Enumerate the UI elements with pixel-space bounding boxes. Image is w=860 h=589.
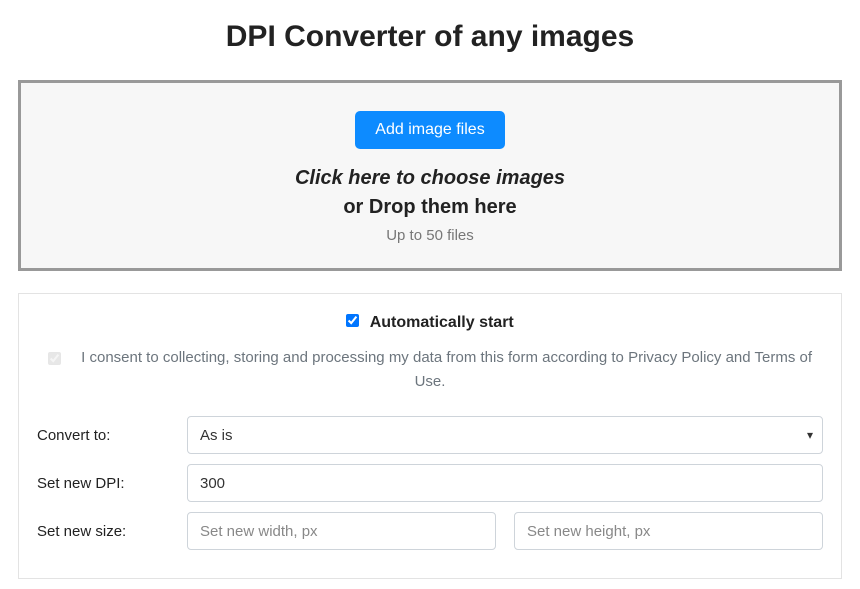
add-image-files-button[interactable]: Add image files <box>355 111 504 149</box>
dpi-label: Set new DPI: <box>37 475 187 492</box>
dpi-input[interactable] <box>187 464 823 502</box>
dropzone-drop-text: or Drop them here <box>31 196 829 219</box>
height-input[interactable] <box>514 512 823 550</box>
settings-panel: Automatically start I consent to collect… <box>18 293 842 579</box>
dropzone-limit-text: Up to 50 files <box>31 227 829 244</box>
convert-to-label: Convert to: <box>37 427 187 444</box>
dropzone-choose-text: Click here to choose images <box>31 167 829 190</box>
consent-checkbox[interactable] <box>48 352 61 365</box>
size-label: Set new size: <box>37 523 187 540</box>
convert-to-select[interactable]: As is <box>187 416 823 454</box>
page-title: DPI Converter of any images <box>18 20 842 54</box>
consent-text: I consent to collecting, storing and pro… <box>81 349 812 390</box>
auto-start-label: Automatically start <box>370 314 514 331</box>
width-input[interactable] <box>187 512 496 550</box>
dropzone[interactable]: Add image files Click here to choose ima… <box>18 80 842 271</box>
auto-start-checkbox[interactable] <box>346 314 359 327</box>
